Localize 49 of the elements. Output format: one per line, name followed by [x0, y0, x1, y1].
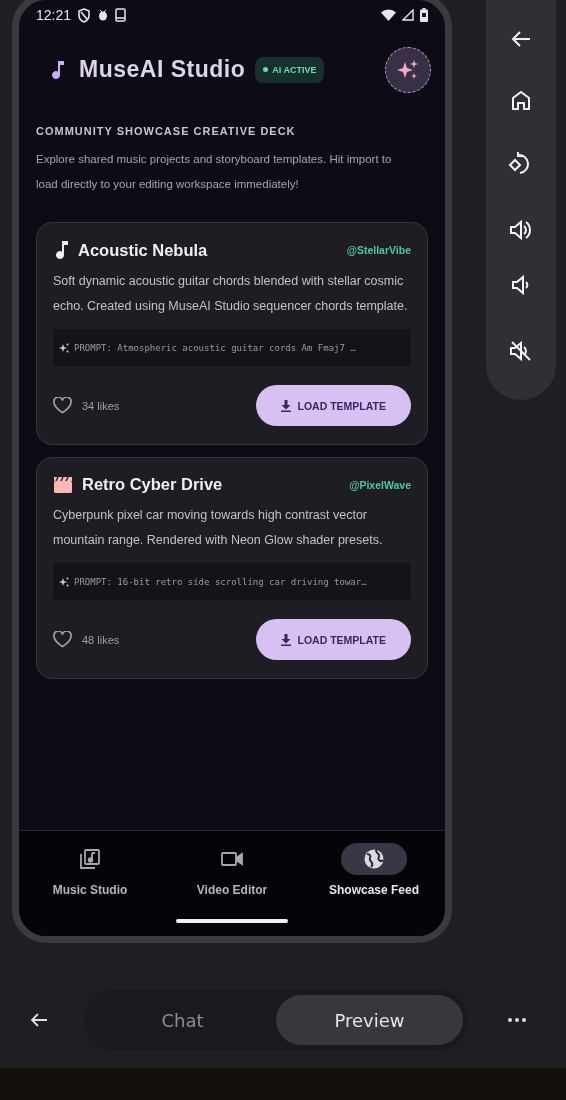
- load-template-button[interactable]: LOAD TEMPLATE: [255, 385, 411, 426]
- wifi-icon: [381, 9, 396, 21]
- more-button[interactable]: [508, 1018, 526, 1022]
- view-tab[interactable]: Chat: [89, 995, 276, 1045]
- sparkle-icon: [59, 576, 69, 587]
- music-note-icon: [53, 240, 69, 260]
- volume-up-icon: [509, 218, 533, 241]
- status-badge: AI ACTIVE: [255, 56, 325, 83]
- mute-icon: [509, 339, 533, 363]
- card-title: Acoustic Nebula: [78, 240, 209, 260]
- back-button[interactable]: [30, 1012, 48, 1028]
- author-handle[interactable]: @StellarVibe: [346, 244, 411, 256]
- sparkle-button[interactable]: [385, 46, 431, 93]
- music-note-icon: [49, 59, 65, 80]
- likes-count: 48 likes: [82, 633, 121, 646]
- shield-icon: [77, 7, 92, 23]
- download-icon: [280, 633, 291, 646]
- card-description: Cyberpunk pixel car moving towards high contrast vector mountain range. Rendered with Neon Glow shader presets.: [53, 507, 384, 549]
- author-handle[interactable]: @PixelWave: [349, 478, 411, 491]
- music-library-icon: [79, 848, 101, 870]
- section-description: Explore shared music projects and storyboard templates. Hit import to load directly to your editing workspace immediately!: [36, 152, 393, 192]
- nav-tab[interactable]: Showcase Feed: [303, 843, 445, 897]
- likes-count: 34 likes: [82, 399, 121, 412]
- more-icon: [508, 1018, 526, 1022]
- globe-icon: [363, 848, 385, 870]
- section-title: COMMUNITY SHOWCASE CREATIVE DECK: [36, 125, 297, 137]
- back-arrow-icon: [30, 1012, 48, 1028]
- app-title: MuseAI Studio: [79, 56, 246, 83]
- heart-icon[interactable]: [53, 631, 72, 648]
- volume-down-icon: [511, 274, 531, 297]
- home-icon: [510, 89, 532, 111]
- nav-tab[interactable]: Music Studio: [19, 843, 161, 897]
- heart-icon[interactable]: [53, 397, 72, 414]
- status-time: 12:21: [36, 7, 72, 23]
- nav-tab[interactable]: Video Editor: [161, 843, 303, 897]
- card-title: Retro Cyber Drive: [82, 475, 224, 494]
- bug-icon: [97, 9, 110, 21]
- prompt-text: PROMPT: Atmospheric acoustic guitar cords Am Fmaj7 …: [74, 342, 356, 353]
- card-description: Soft dynamic acoustic guitar chords blended with stellar cosmic echo. Created using MuseAI Studio sequencer chords template.: [53, 273, 409, 315]
- tablet-icon: [115, 8, 127, 22]
- download-icon: [280, 399, 291, 412]
- prompt-text: PROMPT: 16-bit retro side scrolling car driving towar…: [74, 576, 367, 587]
- clapperboard-icon: [53, 475, 73, 494]
- sparkle-icon: [59, 342, 69, 353]
- load-template-button[interactable]: LOAD TEMPLATE: [255, 619, 411, 660]
- signal-icon: [402, 9, 414, 21]
- battery-icon: [420, 8, 428, 22]
- video-camera-icon: [221, 851, 243, 867]
- view-tab[interactable]: Preview: [276, 995, 463, 1045]
